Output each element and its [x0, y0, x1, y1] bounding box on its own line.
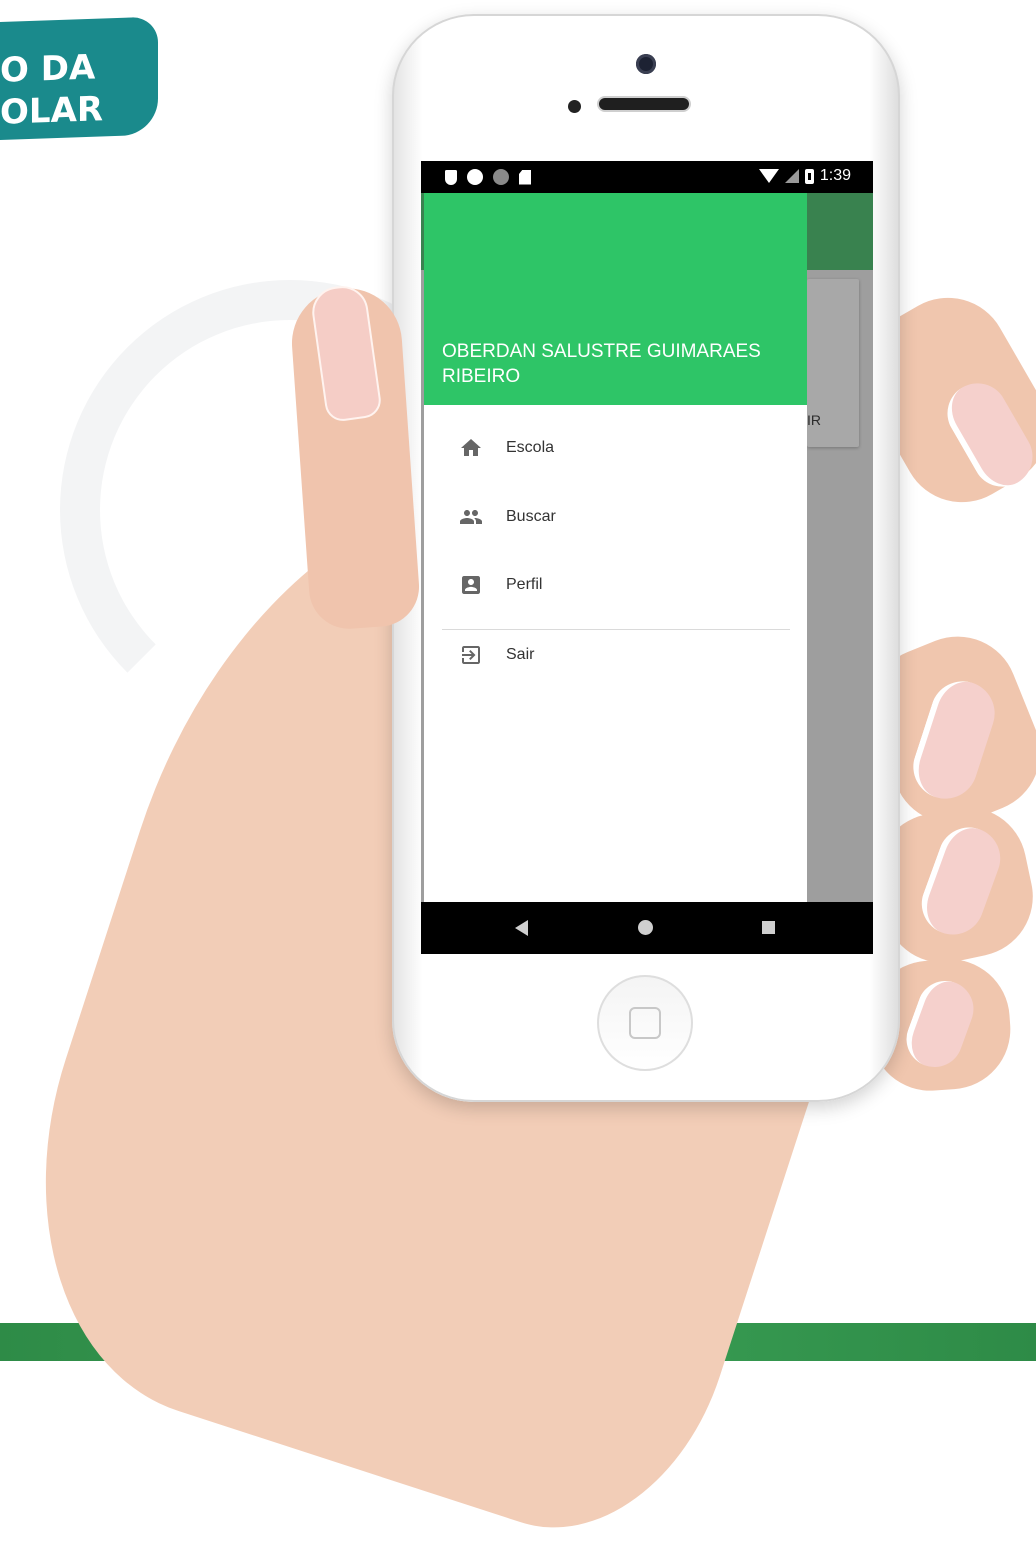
account-box-icon: [458, 572, 484, 598]
front-camera: [636, 54, 656, 74]
home-icon: [458, 435, 484, 461]
battery-icon: [804, 168, 814, 184]
user-name: OBERDAN SALUSTRE GUIMARAES RIBEIRO: [442, 341, 761, 387]
menu-item-label: Escola: [506, 439, 555, 456]
phone-screen: 1:39 IR OBERDAN SALUSTRE GUIMARAES RIBEI…: [421, 161, 873, 954]
circle-gray-icon: [493, 169, 509, 185]
menu-item-label: Perfil: [506, 576, 543, 593]
back-icon[interactable]: [515, 920, 528, 936]
proximity-sensor: [568, 100, 581, 113]
brand-logo-text: O DA OLAR: [0, 47, 104, 133]
menu-item-label: Sair: [506, 646, 535, 663]
phone-home-button[interactable]: [597, 975, 693, 1071]
drawer-header: OBERDAN SALUSTRE GUIMARAES RIBEIRO: [424, 193, 807, 405]
menu-item-buscar[interactable]: Buscar: [424, 486, 807, 548]
navigation-drawer: OBERDAN SALUSTRE GUIMARAES RIBEIRO Escol…: [424, 193, 807, 902]
menu-item-label: Buscar: [506, 508, 556, 525]
wifi-icon: [758, 169, 779, 183]
app-card-text: IR: [807, 412, 821, 428]
signal-icon: [784, 169, 799, 183]
people-icon: [458, 504, 484, 530]
status-time: 1:39: [819, 167, 851, 184]
home-button-square-icon: [629, 1007, 661, 1039]
sd-card-icon: [519, 169, 531, 185]
earpiece-speaker: [599, 98, 689, 110]
menu-item-perfil[interactable]: Perfil: [424, 554, 807, 616]
android-nav-bar: [421, 902, 873, 954]
shield-icon: [445, 169, 457, 185]
logout-icon: [458, 642, 484, 668]
recents-icon[interactable]: [762, 921, 775, 934]
menu-item-escola[interactable]: Escola: [424, 417, 807, 479]
menu-item-sair[interactable]: Sair: [424, 624, 807, 686]
home-circle-icon[interactable]: [638, 920, 653, 935]
status-bar: 1:39: [421, 161, 873, 193]
circle-icon: [467, 169, 483, 185]
